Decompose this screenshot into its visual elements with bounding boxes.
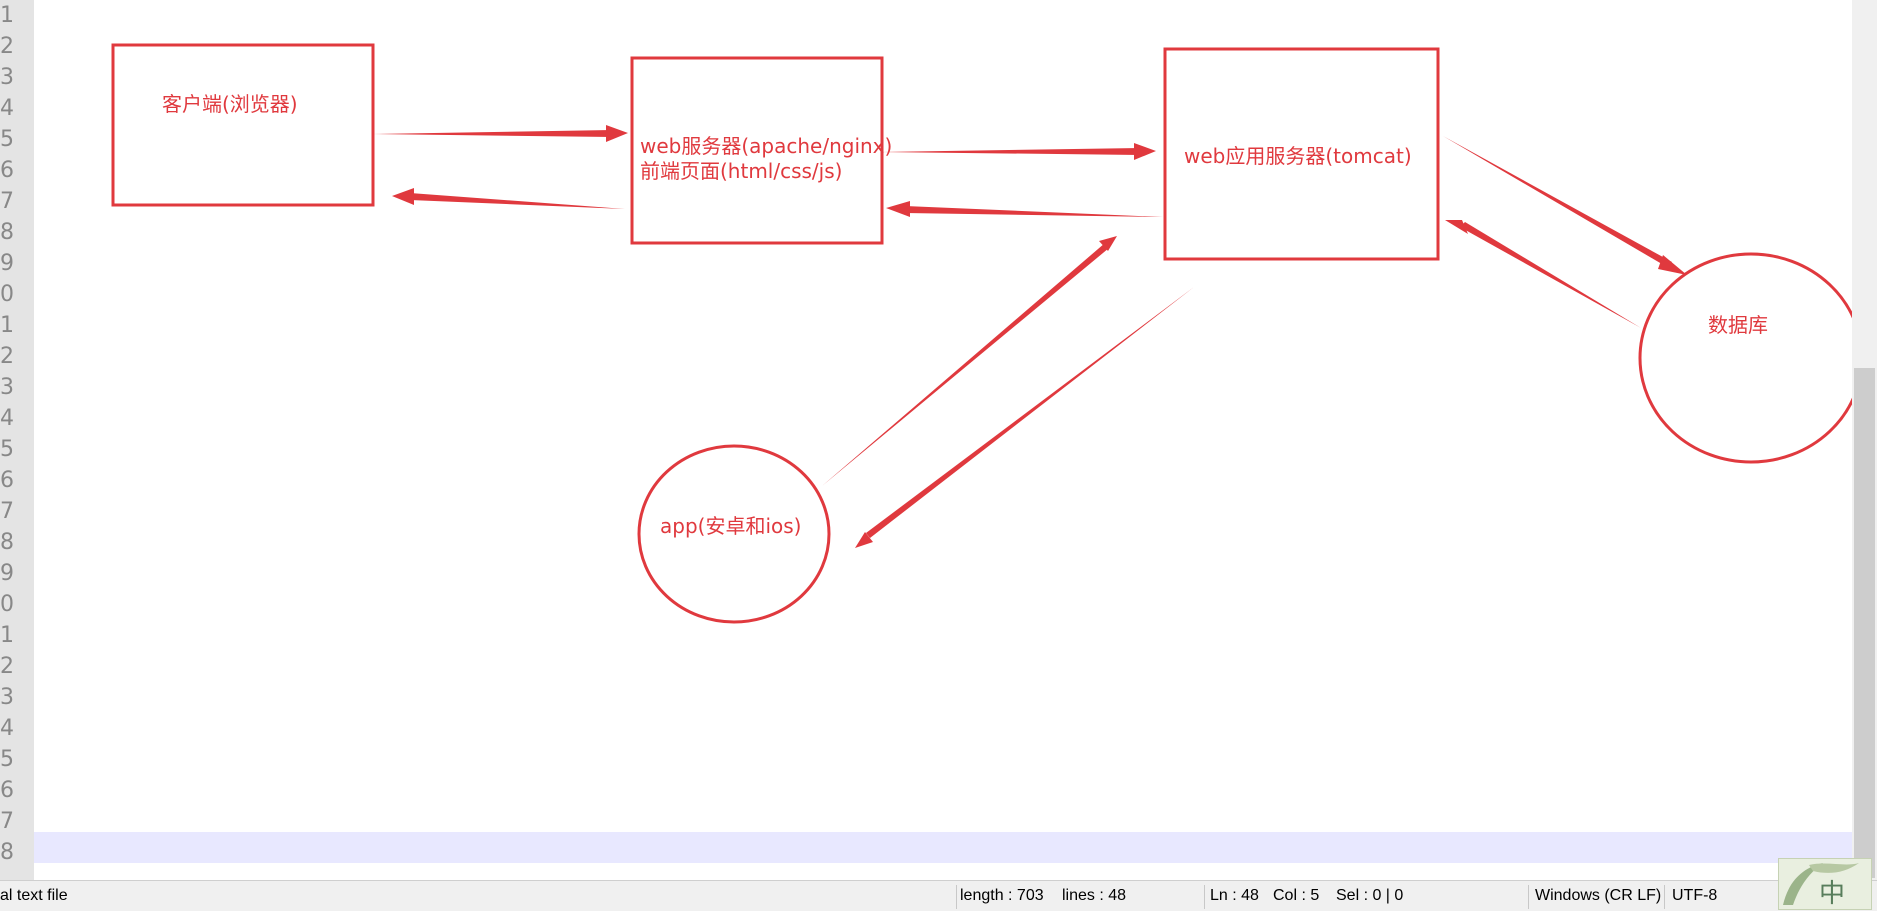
arrow-appserver-to-app	[866, 287, 1194, 538]
client-box	[111, 43, 375, 207]
arrow-appserver-to-webserver	[905, 206, 1163, 217]
arrow-client-to-webserver	[373, 130, 612, 137]
encoding-status: UTF-8	[1672, 887, 1718, 904]
vertical-scrollbar[interactable]	[1852, 0, 1877, 880]
database-label: 数据库	[1708, 313, 1768, 337]
lines-status: lines : 48	[1062, 887, 1127, 904]
client-label: 客户端(浏览器)	[162, 92, 298, 116]
selection-status: Sel : 0 | 0	[1336, 887, 1404, 904]
watermark-logo: 中南	[1778, 858, 1872, 910]
web-server-label-line2: 前端页面(html/css/js)	[640, 159, 842, 183]
status-separator	[1664, 885, 1665, 909]
arrowhead-client-to-webserver	[606, 125, 628, 142]
app-server-label: web应用服务器(tomcat)	[1184, 144, 1412, 168]
database-circle	[1638, 252, 1852, 464]
arrowhead-database-to-appserver	[1445, 220, 1468, 234]
arrowhead-appserver-to-database	[1658, 255, 1687, 275]
length-status: length : 703	[960, 887, 1044, 904]
eol-status: Windows (CR LF)	[1535, 887, 1662, 904]
file-type-status: al text file	[0, 887, 68, 904]
logo-text: 中南	[1819, 879, 1848, 909]
line-position-status: Ln : 48	[1210, 887, 1259, 904]
arrowhead-webserver-to-appserver	[1134, 143, 1156, 160]
arrow-database-to-appserver	[1460, 222, 1641, 328]
app-label: app(安卓和ios)	[660, 514, 801, 538]
web-server-label-line1: web服务器(apache/nginx)	[640, 134, 892, 158]
editor-area[interactable]: 1234567890123456789012345678 客户端(浏览器) we…	[0, 0, 1877, 880]
arrowhead-webserver-to-client	[392, 188, 414, 205]
arrowhead-appserver-to-webserver	[886, 201, 910, 217]
arrow-app-to-appserver	[822, 243, 1109, 486]
column-position-status: Col : 5	[1273, 887, 1320, 904]
status-separator	[1204, 885, 1205, 909]
architecture-diagram: 客户端(浏览器) web服务器(apache/nginx) 前端页面(html/…	[111, 43, 1852, 624]
status-separator	[1528, 885, 1529, 909]
scrollbar-thumb[interactable]	[1854, 368, 1875, 878]
arrow-webserver-to-appserver	[882, 148, 1140, 155]
arrow-webserver-to-client	[410, 193, 625, 209]
status-separator	[956, 885, 957, 909]
arrow-appserver-to-database	[1443, 136, 1672, 267]
status-bar: al text file length : 703 lines : 48 Ln …	[0, 880, 1877, 911]
